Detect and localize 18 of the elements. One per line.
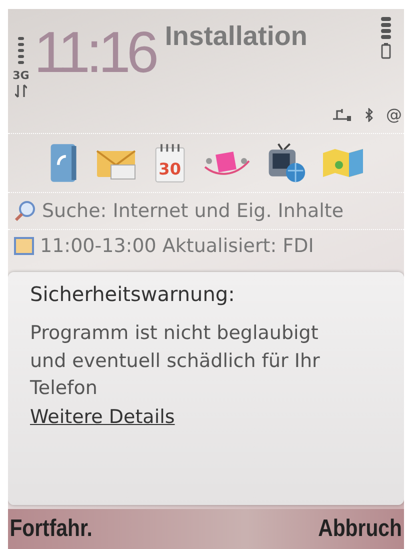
email-icon: @: [386, 105, 402, 124]
calendar-entry[interactable]: 11:00-13:00 Aktualisiert: FDI: [8, 230, 404, 262]
data-transfer-icon: [15, 84, 27, 98]
note-icon: [14, 237, 34, 255]
signal-strength-icon: [16, 37, 26, 67]
details-link[interactable]: Weitere Details: [30, 402, 175, 432]
search-icon: [14, 200, 36, 222]
usb-icon: [332, 108, 352, 122]
search-field[interactable]: Suche: Internet und Eig. Inhalte: [8, 193, 404, 229]
battery-level-icon: [380, 17, 392, 59]
cancel-softkey[interactable]: Abbruch: [316, 515, 404, 543]
dialog-message: Programm ist nicht beglaubigt und eventuell schädlich für Ihr Telefon: [30, 321, 321, 402]
bluetooth-icon: [364, 108, 374, 122]
dialog-title: Sicherheitswarnung:: [30, 282, 236, 306]
network-type: 3G: [12, 69, 30, 82]
screen-title: Installation: [164, 20, 308, 52]
clock-time: 11:16: [34, 21, 156, 85]
continue-softkey[interactable]: Fortfahr.: [8, 515, 94, 543]
